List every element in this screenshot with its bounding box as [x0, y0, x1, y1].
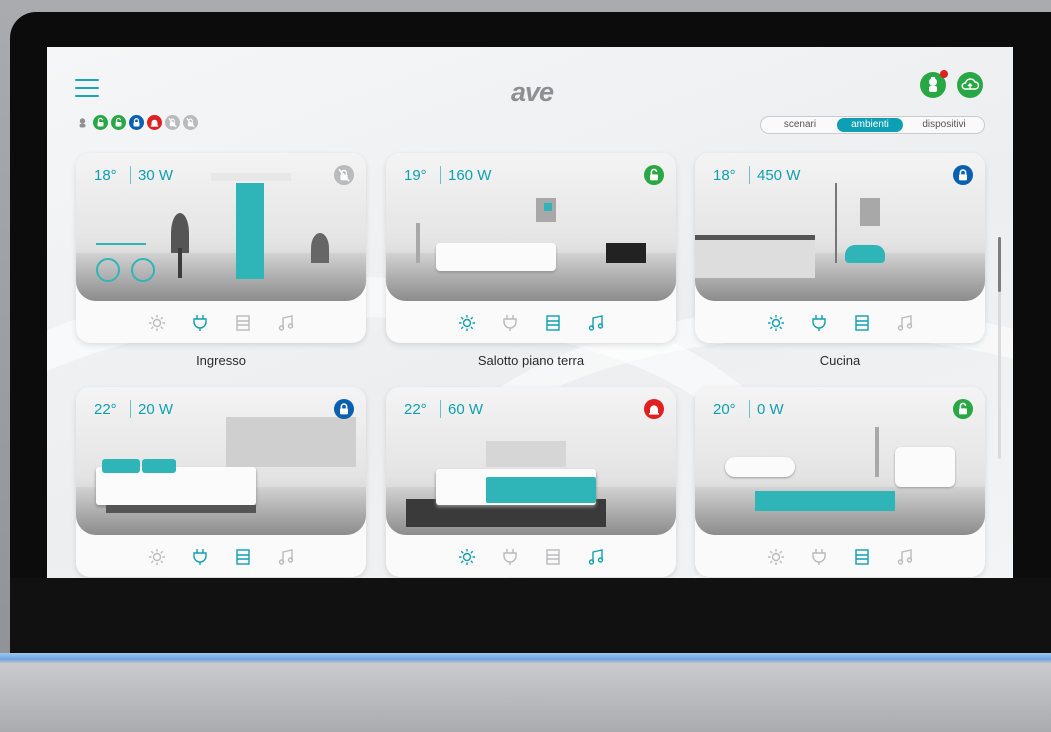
music-icon[interactable] [586, 313, 606, 333]
light-icon[interactable] [457, 547, 477, 567]
lock-open-icon[interactable] [644, 165, 664, 185]
divider [440, 166, 441, 184]
light-icon[interactable] [766, 313, 786, 333]
room-photo [695, 153, 985, 301]
lock-closed-icon[interactable] [334, 399, 354, 419]
lock-closed-icon [129, 115, 144, 130]
lock-closed-icon[interactable] [953, 165, 973, 185]
alarm-icon [147, 115, 162, 130]
room-photo [76, 153, 366, 301]
plug-icon[interactable] [190, 313, 210, 333]
tab-ambienti[interactable]: ambienti [837, 118, 903, 132]
device-frame: ave scenari ambienti dispositivi 18° 30 … [0, 0, 1051, 732]
shutter-icon[interactable] [852, 547, 872, 567]
shutter-icon[interactable] [543, 313, 563, 333]
room-power: 450 W [757, 167, 801, 184]
plug-icon[interactable] [809, 547, 829, 567]
app-logo: ave [510, 77, 554, 107]
plug-icon[interactable] [500, 313, 520, 333]
base-logo [505, 697, 545, 703]
plug-icon[interactable] [190, 547, 210, 567]
divider [749, 166, 750, 184]
room-temperature: 22° [404, 401, 427, 418]
shutter-icon[interactable] [233, 547, 253, 567]
lock-disabled-icon[interactable] [334, 165, 354, 185]
room-card[interactable]: 18° 30 W [76, 153, 366, 343]
room-power: 60 W [448, 401, 484, 418]
room-temperature: 18° [713, 167, 736, 184]
notification-dot [940, 70, 948, 78]
light-icon[interactable] [457, 313, 477, 333]
music-icon[interactable] [276, 547, 296, 567]
scrollbar-thumb[interactable] [998, 237, 1001, 292]
lock-disabled-icon [165, 115, 180, 130]
room-power: 0 W [757, 401, 784, 418]
music-icon[interactable] [895, 547, 915, 567]
divider [749, 400, 750, 418]
room-power: 30 W [138, 167, 174, 184]
shutter-icon[interactable] [233, 313, 253, 333]
tab-scenari[interactable]: scenari [765, 118, 835, 132]
technician-icon[interactable] [920, 70, 948, 98]
music-icon[interactable] [895, 313, 915, 333]
room-name: Cucina [819, 353, 861, 368]
room-power: 20 W [138, 401, 174, 418]
room-card[interactable]: 19° 160 W [386, 153, 676, 343]
music-icon[interactable] [276, 313, 296, 333]
room-photo [386, 387, 676, 535]
divider [130, 400, 131, 418]
divider [130, 166, 131, 184]
room-temperature: 18° [94, 167, 117, 184]
plug-icon[interactable] [500, 547, 520, 567]
shutter-icon[interactable] [543, 547, 563, 567]
room-card[interactable]: 18° 450 W [695, 153, 985, 343]
light-icon[interactable] [766, 547, 786, 567]
room-name: Ingresso [196, 353, 246, 368]
music-icon[interactable] [586, 547, 606, 567]
technician-icon [75, 115, 90, 130]
light-icon[interactable] [147, 313, 167, 333]
tab-dispositivi[interactable]: dispositivi [907, 118, 981, 132]
divider [440, 400, 441, 418]
light-icon[interactable] [147, 547, 167, 567]
shutter-icon[interactable] [852, 313, 872, 333]
bezel-bottom [10, 578, 1051, 657]
view-switcher: scenari ambienti dispositivi [760, 116, 985, 134]
room-card[interactable]: 22° 20 W [76, 387, 366, 577]
alarm-icon[interactable] [644, 399, 664, 419]
led-strip [0, 653, 1051, 663]
lock-disabled-icon [183, 115, 198, 130]
room-temperature: 20° [713, 401, 736, 418]
room-card[interactable]: 20° 0 W [695, 387, 985, 577]
menu-icon[interactable] [75, 79, 99, 97]
lock-open-alert-icon [111, 115, 126, 130]
lock-open-icon [93, 115, 108, 130]
room-temperature: 19° [404, 167, 427, 184]
room-card[interactable]: 22° 60 W [386, 387, 676, 577]
room-photo [76, 387, 366, 535]
plug-icon[interactable] [809, 313, 829, 333]
room-photo [386, 153, 676, 301]
room-power: 160 W [448, 167, 492, 184]
lock-open-icon[interactable] [953, 399, 973, 419]
room-name: Salotto piano terra [477, 353, 585, 368]
touch-screen: ave scenari ambienti dispositivi 18° 30 … [47, 47, 1013, 578]
cloud-upload-icon[interactable] [957, 72, 983, 98]
room-photo [695, 387, 985, 535]
room-temperature: 22° [94, 401, 117, 418]
